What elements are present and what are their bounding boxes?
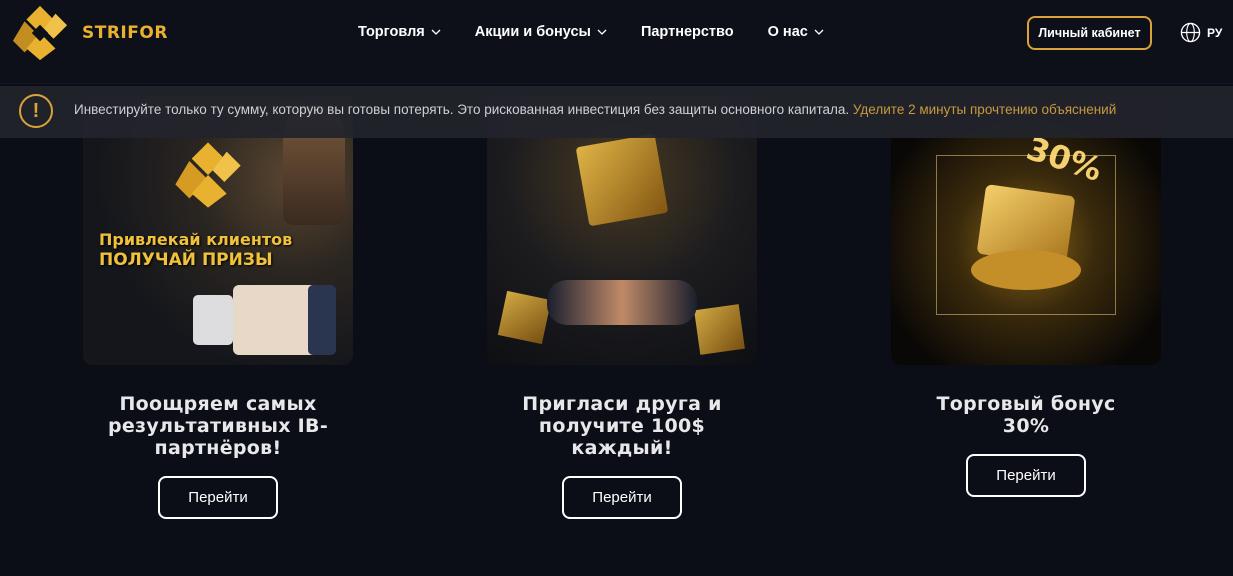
nav-item-label: Торговля — [358, 24, 425, 40]
language-selector[interactable]: РУ — [1180, 22, 1222, 43]
main-nav: Торговля Акции и бонусы Партнерство О на… — [358, 24, 858, 40]
strifor-logo-icon — [175, 142, 241, 208]
risk-warning-text: Инвестируйте только ту сумму, которую вы… — [74, 102, 1116, 117]
logo[interactable]: STRIFOR — [10, 4, 168, 62]
risk-warning-banner: ! Инвестируйте только ту сумму, которую … — [0, 86, 1233, 138]
gift-box-small — [497, 290, 552, 345]
go-button[interactable]: Перейти — [966, 454, 1086, 497]
nav-item-label: О нас — [767, 24, 808, 40]
promo-image-caption: Привлекай клиентов ПОЛУЧАЙ ПРИЗЫ — [99, 230, 292, 270]
warning-explanation-link[interactable]: Уделите 2 минуты прочтению объяснений — [853, 102, 1116, 117]
nav-item-promotions[interactable]: Акции и бонусы — [475, 24, 607, 40]
gift-box-small — [694, 304, 745, 355]
chevron-down-icon — [431, 29, 441, 35]
card-title: Поощряем самых результативных IB-партнёр… — [107, 393, 329, 459]
laptop-prize — [233, 285, 318, 355]
nav-item-about[interactable]: О нас — [768, 24, 824, 40]
caption-line1: Привлекай клиентов — [99, 230, 293, 249]
nav-item-label: Партнерство — [640, 24, 734, 40]
handshake — [547, 280, 697, 325]
gift-box — [575, 133, 669, 227]
nav-item-trading[interactable]: Торговля — [358, 24, 441, 40]
go-button[interactable]: Перейти — [562, 476, 682, 519]
promo-card-ib-partners: Привлекай клиентов ПОЛУЧАЙ ПРИЗЫ Поощряе… — [58, 95, 378, 519]
exclamation-icon: ! — [19, 94, 53, 128]
site-header: STRIFOR Торговля Акции и бонусы Партнерс… — [0, 0, 1233, 84]
personal-cabinet-button[interactable]: Личный кабинет — [1027, 16, 1152, 50]
chevron-down-icon — [814, 29, 824, 35]
nav-item-label: Акции и бонусы — [474, 24, 591, 40]
earbuds-prize — [193, 295, 233, 345]
card-title: Торговый бонус 30% — [936, 393, 1116, 437]
promo-card-invite-friend: Пригласи друга и получите 100$ каждый! П… — [462, 95, 782, 519]
glow-cube — [936, 155, 1116, 315]
go-button[interactable]: Перейти — [158, 476, 278, 519]
strifor-logo-icon — [12, 5, 68, 61]
language-label: РУ — [1207, 25, 1223, 40]
chevron-down-icon — [597, 29, 607, 35]
promo-card-trading-bonus: 30% Торговый бонус 30% Перейти — [866, 95, 1186, 497]
caption-line2: ПОЛУЧАЙ ПРИЗЫ — [99, 250, 273, 270]
card-title: Пригласи друга и получите 100$ каждый! — [522, 393, 722, 459]
brand-name: STRIFOR — [82, 23, 168, 43]
phone-prize — [308, 285, 336, 355]
globe-icon — [1180, 22, 1201, 43]
warning-message: Инвестируйте только ту сумму, которую вы… — [74, 102, 850, 117]
nav-item-partnership[interactable]: Партнерство — [641, 24, 734, 40]
